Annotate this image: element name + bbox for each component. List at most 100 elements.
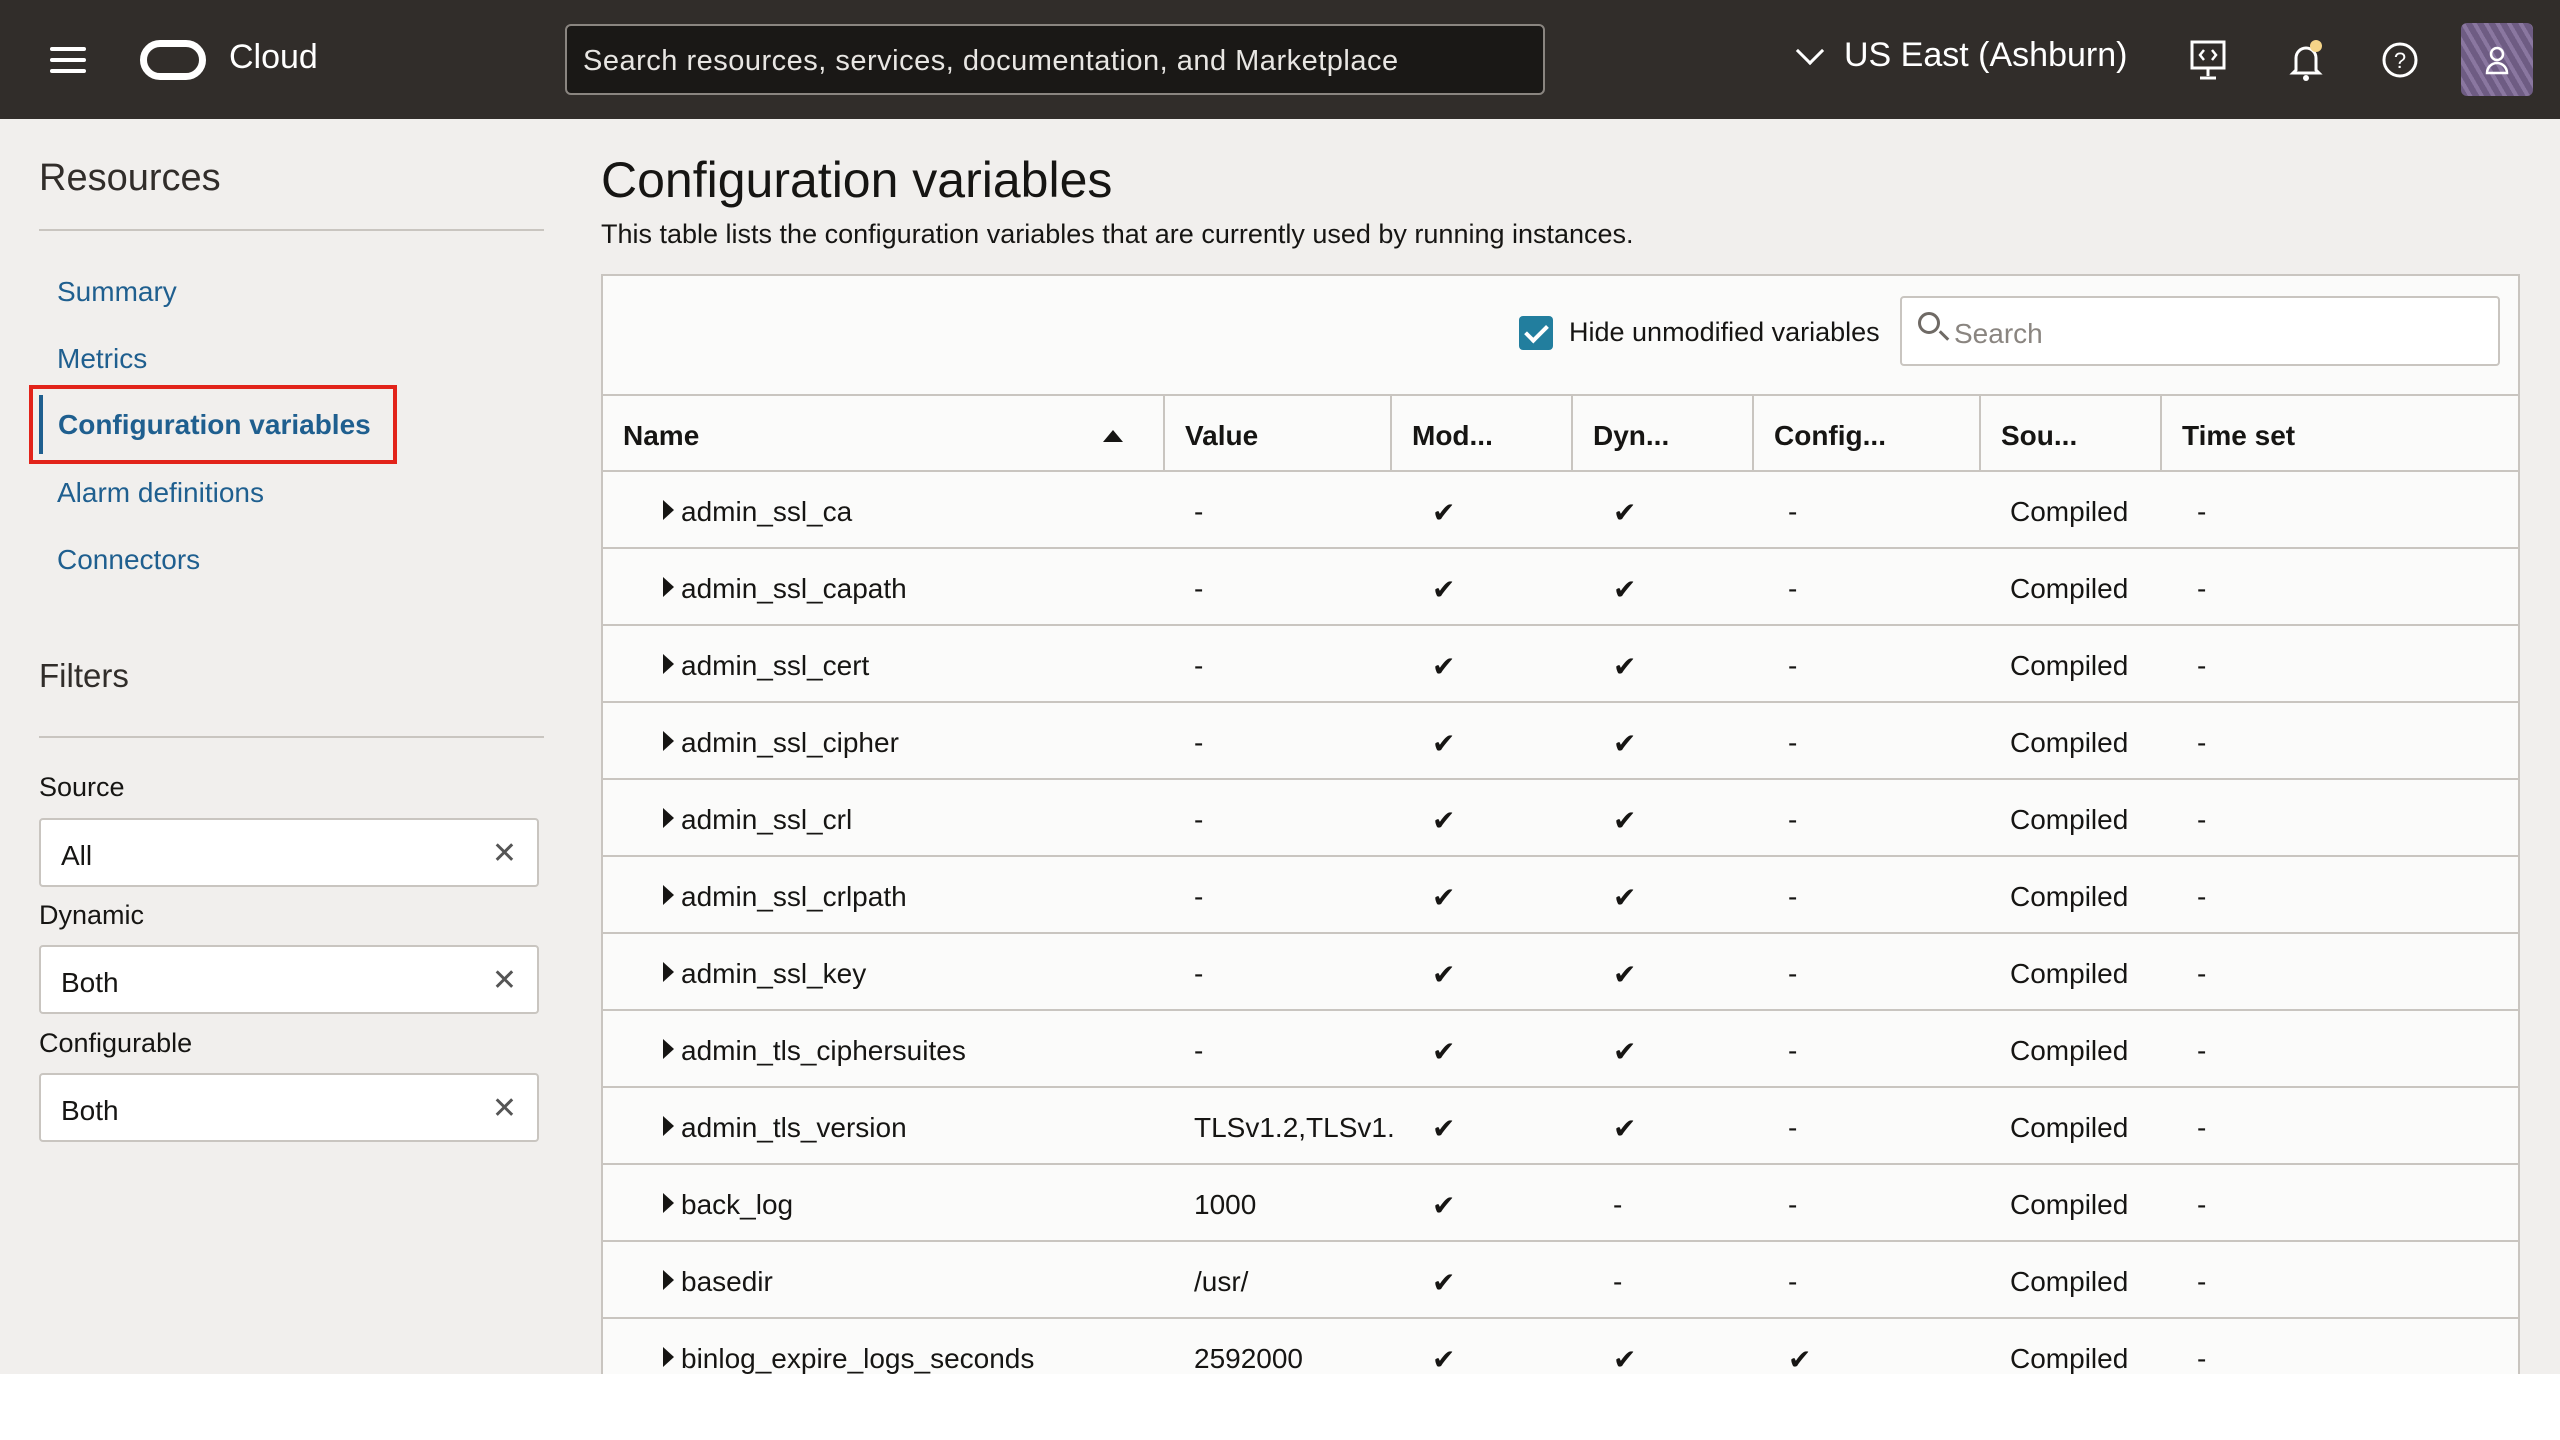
table-cell: admin_ssl_capath bbox=[681, 573, 907, 605]
expand-row-icon[interactable] bbox=[663, 731, 674, 751]
nav-alarm-definitions[interactable]: Alarm definitions bbox=[57, 477, 264, 509]
table-cell: - bbox=[2197, 881, 2206, 913]
configurable-filter-value: Both bbox=[61, 1095, 119, 1126]
table-cell: Compiled bbox=[2010, 650, 2128, 682]
table-cell: Compiled bbox=[2010, 881, 2128, 913]
source-filter-select[interactable]: All✕ bbox=[39, 818, 539, 887]
table-cell: ✔ bbox=[1432, 804, 1455, 837]
page-description: This table lists the configuration varia… bbox=[601, 219, 1634, 250]
table-search-input[interactable]: Search bbox=[1900, 296, 2500, 366]
table-cell: admin_ssl_cert bbox=[681, 650, 869, 682]
column-header[interactable]: Mod... bbox=[1392, 396, 1573, 472]
region-selector[interactable]: US East (Ashburn) bbox=[1800, 36, 2127, 75]
help-icon[interactable]: ? bbox=[2378, 38, 2422, 82]
nav-connectors[interactable]: Connectors bbox=[57, 544, 200, 576]
table-cell: ✔ bbox=[1432, 881, 1455, 914]
table-cell: - bbox=[1194, 881, 1203, 913]
expand-row-icon[interactable] bbox=[663, 1116, 674, 1136]
svg-text:?: ? bbox=[2394, 48, 2406, 73]
column-header[interactable]: Time set bbox=[2162, 396, 2522, 472]
clear-icon[interactable]: ✕ bbox=[492, 1091, 517, 1126]
table-cell: - bbox=[1788, 958, 1797, 990]
hide-unmodified-checkbox[interactable] bbox=[1519, 316, 1553, 350]
table-row[interactable]: admin_ssl_key-✔✔-Compiled- bbox=[603, 934, 2518, 1011]
global-search-input[interactable]: Search resources, services, documentatio… bbox=[565, 24, 1545, 95]
source-filter-label: Source bbox=[39, 772, 125, 803]
table-cell: - bbox=[2197, 727, 2206, 759]
column-header[interactable]: Dyn... bbox=[1573, 396, 1754, 472]
table-row[interactable]: binlog_expire_logs_seconds2592000✔✔✔Comp… bbox=[603, 1319, 2518, 1374]
nav-configuration-variables[interactable]: Configuration variables bbox=[29, 385, 397, 464]
table-cell: Compiled bbox=[2010, 1266, 2128, 1298]
table-row[interactable]: admin_ssl_cert-✔✔-Compiled- bbox=[603, 626, 2518, 703]
expand-row-icon[interactable] bbox=[663, 962, 674, 982]
table-row[interactable]: admin_tls_versionTLSv1.2,TLSv1.✔✔-Compil… bbox=[603, 1088, 2518, 1165]
notifications-bell-icon[interactable] bbox=[2284, 38, 2328, 82]
brand-name[interactable]: Cloud bbox=[229, 38, 318, 77]
table-cell: ✔ bbox=[1432, 650, 1455, 683]
table-row[interactable]: admin_ssl_crl-✔✔-Compiled- bbox=[603, 780, 2518, 857]
table-row[interactable]: basedir/usr/✔--Compiled- bbox=[603, 1242, 2518, 1319]
dynamic-filter-select[interactable]: Both✕ bbox=[39, 945, 539, 1014]
column-header[interactable]: Value bbox=[1165, 396, 1392, 472]
expand-row-icon[interactable] bbox=[663, 1039, 674, 1059]
user-avatar[interactable] bbox=[2461, 23, 2533, 96]
nav-summary[interactable]: Summary bbox=[57, 276, 177, 308]
clear-icon[interactable]: ✕ bbox=[492, 963, 517, 998]
expand-row-icon[interactable] bbox=[663, 1347, 674, 1367]
menu-icon[interactable] bbox=[50, 47, 86, 73]
configurable-filter-select[interactable]: Both ✕ bbox=[39, 1073, 539, 1142]
oracle-logo-icon[interactable] bbox=[140, 40, 206, 80]
expand-row-icon[interactable] bbox=[663, 1193, 674, 1213]
table-cell: admin_tls_version bbox=[681, 1112, 907, 1144]
table-cell: ✔ bbox=[1613, 573, 1636, 606]
table-cell: ✔ bbox=[1613, 958, 1636, 991]
table-cell: ✔ bbox=[1432, 958, 1455, 991]
column-header[interactable]: Sou... bbox=[1981, 396, 2162, 472]
column-header[interactable]: Config... bbox=[1754, 396, 1981, 472]
table-cell: Compiled bbox=[2010, 727, 2128, 759]
page-body: Resources Summary Metrics Configuration … bbox=[0, 119, 2560, 1374]
search-placeholder: Search bbox=[1954, 318, 2043, 349]
top-bar: Cloud Search resources, services, docume… bbox=[0, 0, 2560, 119]
table-row[interactable]: admin_tls_ciphersuites-✔✔-Compiled- bbox=[603, 1011, 2518, 1088]
table-cell: /usr/ bbox=[1194, 1266, 1248, 1298]
expand-row-icon[interactable] bbox=[663, 885, 674, 905]
table-cell: Compiled bbox=[2010, 1112, 2128, 1144]
table-cell: ✔ bbox=[1613, 1343, 1636, 1374]
table-header: NameValueMod...Dyn...Config...Sou...Time… bbox=[603, 394, 2518, 472]
table-cell: - bbox=[2197, 1266, 2206, 1298]
table-cell: Compiled bbox=[2010, 1035, 2128, 1067]
scrollbar[interactable] bbox=[2520, 119, 2560, 1374]
table-cell: Compiled bbox=[2010, 496, 2128, 528]
table-row[interactable]: back_log1000✔--Compiled- bbox=[603, 1165, 2518, 1242]
table-row[interactable]: admin_ssl_cipher-✔✔-Compiled- bbox=[603, 703, 2518, 780]
table-cell: - bbox=[1613, 1266, 1622, 1298]
table-cell: - bbox=[1788, 496, 1797, 528]
table-cell: - bbox=[1788, 1035, 1797, 1067]
expand-row-icon[interactable] bbox=[663, 1270, 674, 1290]
column-header[interactable]: Name bbox=[603, 396, 1165, 472]
nav-metrics[interactable]: Metrics bbox=[57, 343, 147, 375]
table-cell: - bbox=[2197, 573, 2206, 605]
expand-row-icon[interactable] bbox=[663, 500, 674, 520]
table-row[interactable]: admin_ssl_ca-✔✔-Compiled- bbox=[603, 472, 2518, 549]
sort-ascending-icon[interactable] bbox=[1103, 430, 1123, 442]
selected-indicator bbox=[39, 395, 43, 454]
table-cell: - bbox=[2197, 1343, 2206, 1374]
hide-unmodified-label[interactable]: Hide unmodified variables bbox=[1553, 317, 1880, 348]
table-cell: admin_ssl_key bbox=[681, 958, 866, 990]
table-cell: - bbox=[2197, 958, 2206, 990]
expand-row-icon[interactable] bbox=[663, 808, 674, 828]
cloud-shell-icon[interactable] bbox=[2186, 38, 2230, 82]
table-cell: ✔ bbox=[1613, 496, 1636, 529]
table-cell: - bbox=[2197, 1112, 2206, 1144]
table-cell: - bbox=[1788, 573, 1797, 605]
table-row[interactable]: admin_ssl_capath-✔✔-Compiled- bbox=[603, 549, 2518, 626]
expand-row-icon[interactable] bbox=[663, 654, 674, 674]
table-row[interactable]: admin_ssl_crlpath-✔✔-Compiled- bbox=[603, 857, 2518, 934]
expand-row-icon[interactable] bbox=[663, 577, 674, 597]
table-cell: ✔ bbox=[1432, 727, 1455, 760]
configurable-filter-label: Configurable bbox=[39, 1028, 192, 1059]
clear-icon[interactable]: ✕ bbox=[492, 836, 517, 871]
